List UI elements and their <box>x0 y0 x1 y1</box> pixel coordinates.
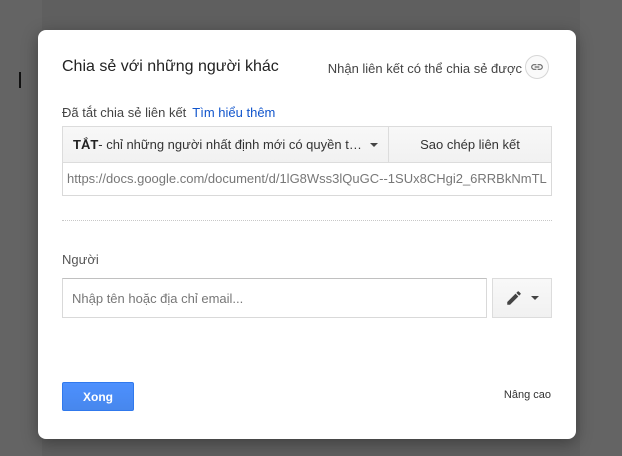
link-access-dropdown[interactable]: TẮT - chỉ những người nhất định mới có q… <box>62 126 389 163</box>
pencil-icon <box>507 291 521 305</box>
access-level-description: - chỉ những người nhất định mới có quyền… <box>98 137 362 152</box>
document-text-cursor <box>19 72 21 88</box>
link-icon[interactable] <box>525 55 549 79</box>
link-sharing-status-text: Đã tắt chia sẻ liên kết <box>62 105 187 120</box>
done-button[interactable]: Xong <box>62 382 134 411</box>
background-document-left <box>0 0 42 456</box>
copy-link-button[interactable]: Sao chép liên kết <box>389 126 552 163</box>
get-shareable-link[interactable]: Nhận liên kết có thể chia sẻ được <box>328 61 522 76</box>
learn-more-link[interactable]: Tìm hiểu thêm <box>192 105 275 120</box>
section-divider <box>62 220 552 221</box>
share-url-field[interactable]: https://docs.google.com/document/d/1lG8W… <box>62 163 552 196</box>
background-document-right <box>580 0 622 456</box>
link-controls: TẮT - chỉ những người nhất định mới có q… <box>62 126 552 163</box>
people-email-input[interactable] <box>62 278 487 318</box>
chevron-down-icon <box>531 296 539 300</box>
chevron-down-icon <box>370 142 378 147</box>
access-level-off: TẮT <box>73 137 99 152</box>
link-sharing-status: Đã tắt chia sẻ liên kết Tìm hiểu thêm <box>62 105 275 120</box>
advanced-settings-link[interactable]: Nâng cao <box>504 389 551 401</box>
link-icon-glyph <box>531 64 543 70</box>
dialog-title: Chia sẻ với những người khác <box>62 58 279 75</box>
share-dialog: Chia sẻ với những người khác Nhận liên k… <box>38 30 576 439</box>
permission-dropdown-button[interactable] <box>492 278 552 318</box>
people-label: Người <box>62 252 99 267</box>
